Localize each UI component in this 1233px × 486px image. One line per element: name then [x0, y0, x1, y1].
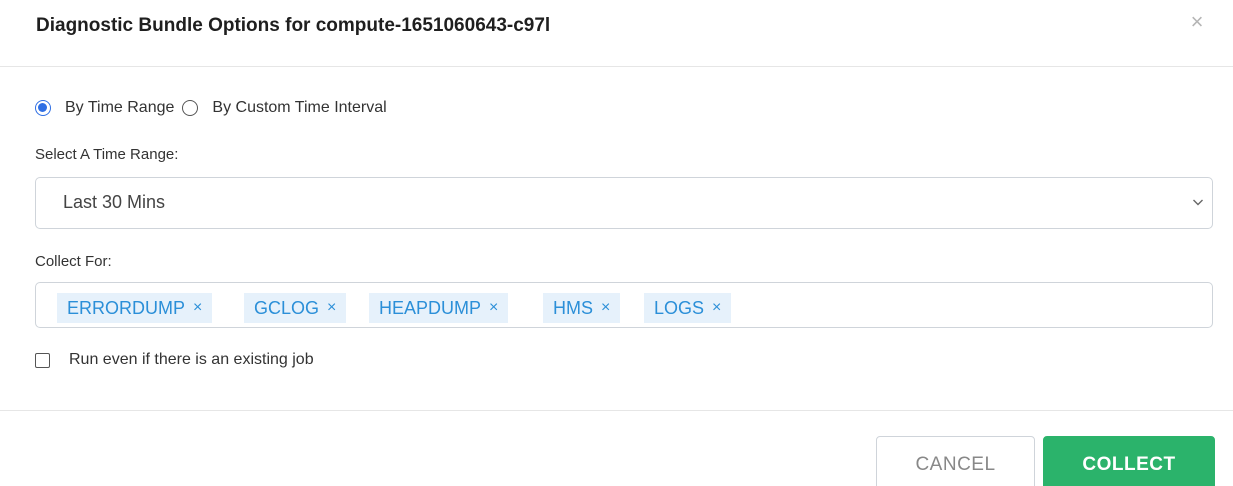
- close-icon[interactable]: ×: [1185, 10, 1209, 34]
- tag-remove-icon[interactable]: ×: [489, 293, 498, 323]
- radio-label-by-custom-time-interval: By Custom Time Interval: [212, 99, 387, 116]
- tag-heapdump: HEAPDUMP ×: [369, 293, 509, 323]
- cancel-button[interactable]: CANCEL: [876, 436, 1035, 486]
- dialog-title: Diagnostic Bundle Options for compute-16…: [36, 15, 551, 36]
- run-existing-checkbox[interactable]: [35, 352, 50, 368]
- diagnostic-bundle-dialog: Diagnostic Bundle Options for compute-16…: [0, 0, 1233, 486]
- radio-by-time-range[interactable]: [35, 100, 51, 116]
- radio-label-by-time-range: By Time Range: [65, 99, 175, 116]
- collect-button[interactable]: COLLECT: [1043, 436, 1215, 486]
- time-range-label: Select A Time Range:: [35, 146, 179, 163]
- tag-label: HEAPDUMP: [379, 298, 482, 318]
- tag-errordump: ERRORDUMP ×: [57, 293, 213, 323]
- collect-for-label: Collect For:: [35, 253, 112, 270]
- time-range-select[interactable]: Last 30 Mins: [35, 177, 1213, 229]
- tag-logs: LOGS ×: [644, 293, 732, 323]
- tag-remove-icon[interactable]: ×: [327, 293, 336, 323]
- chevron-down-icon: [1193, 199, 1203, 206]
- tag-label: GCLOG: [254, 298, 320, 318]
- tag-remove-icon[interactable]: ×: [712, 293, 721, 323]
- collect-for-multiselect[interactable]: ERRORDUMP × GCLOG × HEAPDUMP × HMS × LOG…: [35, 282, 1213, 328]
- tag-label: HMS: [553, 298, 593, 318]
- tag-gclog: GCLOG ×: [244, 293, 347, 323]
- footer-divider: [0, 410, 1233, 411]
- dialog-header: Diagnostic Bundle Options for compute-16…: [0, 0, 1233, 67]
- tag-remove-icon[interactable]: ×: [193, 293, 202, 323]
- run-existing-row: Run even if there is an existing job: [35, 348, 314, 372]
- radio-by-custom-time-interval[interactable]: [182, 100, 199, 116]
- run-existing-label: Run even if there is an existing job: [69, 351, 314, 368]
- tag-remove-icon[interactable]: ×: [601, 293, 610, 323]
- tag-label: LOGS: [654, 298, 705, 318]
- tag-label: ERRORDUMP: [67, 298, 186, 318]
- time-range-selected-value: Last 30 Mins: [63, 192, 166, 212]
- range-mode-group: By Time Range By Custom Time Interval: [35, 96, 395, 120]
- tag-hms: HMS ×: [543, 293, 621, 323]
